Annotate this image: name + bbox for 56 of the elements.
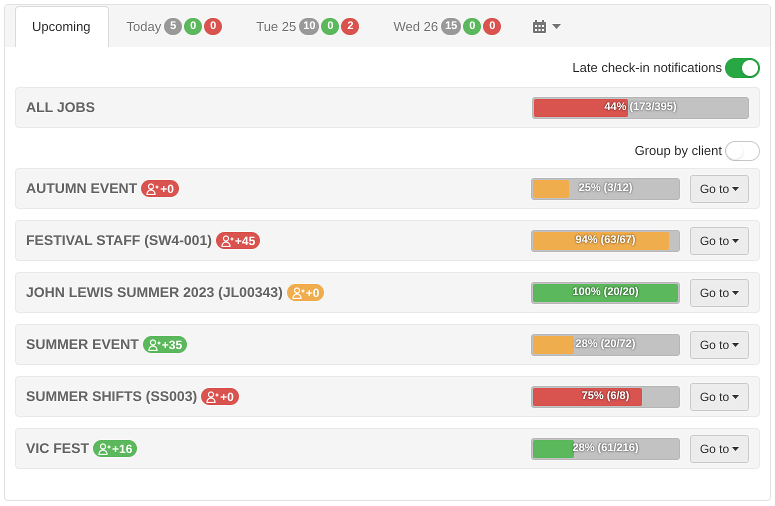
- caret-icon: [732, 446, 740, 450]
- staff-count: +0: [306, 284, 320, 302]
- person-add-icon: [146, 182, 160, 194]
- caret-icon: [732, 290, 740, 294]
- goto-dropdown-button[interactable]: Go to: [690, 330, 749, 358]
- job-title: ALL JOBS: [26, 98, 95, 117]
- progress-label: 28% (20/72): [574, 337, 636, 352]
- caret-icon: [732, 394, 740, 398]
- count-badge: 10: [299, 18, 320, 35]
- date-tab[interactable]: Wed 26 15 0 0: [377, 6, 518, 47]
- person-add-icon: [98, 442, 112, 454]
- toggle-switch[interactable]: [725, 141, 760, 161]
- count-badge: 15: [441, 18, 462, 35]
- toggle-label: Late check-in notifications: [572, 59, 722, 78]
- staff-count: +0: [160, 180, 174, 198]
- job-title: FESTIVAL STAFF (SW4-001): [26, 231, 212, 250]
- staff-count: +16: [112, 440, 132, 458]
- staff-count: +35: [162, 336, 182, 354]
- count-badge: 5: [164, 18, 182, 35]
- job-title: AUTUMN EVENT: [26, 179, 138, 198]
- goto-dropdown-button[interactable]: Go to: [690, 382, 749, 410]
- count-badge: 0: [321, 18, 340, 35]
- date-tab[interactable]: Tue 25 10 0 2: [240, 6, 376, 47]
- progress-label: 25% (3/12): [578, 181, 634, 196]
- staff-count: +45: [234, 232, 256, 250]
- count-badge: 0: [483, 18, 502, 35]
- progress-label: 44% (173/395): [603, 100, 678, 116]
- count-badge: 0: [463, 18, 482, 35]
- date-tab[interactable]: Today 5 0 0: [110, 6, 238, 47]
- goto-dropdown-button[interactable]: Go to: [690, 226, 749, 254]
- date-tab[interactable]: Upcoming: [15, 6, 109, 47]
- progress-label: 94% (63/67): [574, 233, 636, 248]
- count-badge: 0: [204, 18, 222, 35]
- person-add-icon: [220, 234, 234, 246]
- job-title: JOHN LEWIS SUMMER 2023 (JL00343): [26, 283, 283, 302]
- goto-dropdown-button[interactable]: Go to: [690, 278, 749, 306]
- job-title: VIC FEST: [26, 439, 90, 458]
- goto-dropdown-button[interactable]: Go to: [690, 434, 749, 462]
- count-badge: 2: [341, 18, 360, 35]
- caret-icon: [552, 24, 562, 29]
- toggle-switch[interactable]: [725, 58, 760, 78]
- goto-dropdown-button[interactable]: Go to: [690, 174, 749, 202]
- job-title: SUMMER EVENT: [26, 335, 139, 354]
- caret-icon: [732, 238, 740, 242]
- person-add-icon: [292, 286, 305, 298]
- count-badge: 0: [184, 18, 202, 35]
- caret-icon: [732, 342, 740, 346]
- staff-count: +0: [220, 388, 234, 406]
- toggle-label: Group by client: [634, 142, 722, 160]
- job-title: SUMMER SHIFTS (SS003): [26, 387, 198, 406]
- person-add-icon: [206, 390, 220, 402]
- person-add-icon: [148, 338, 161, 350]
- calendar-icon: [533, 20, 546, 33]
- caret-icon: [732, 186, 740, 190]
- progress-label: 75% (6/8): [580, 389, 630, 404]
- progress-label: 100% (20/20): [571, 285, 640, 300]
